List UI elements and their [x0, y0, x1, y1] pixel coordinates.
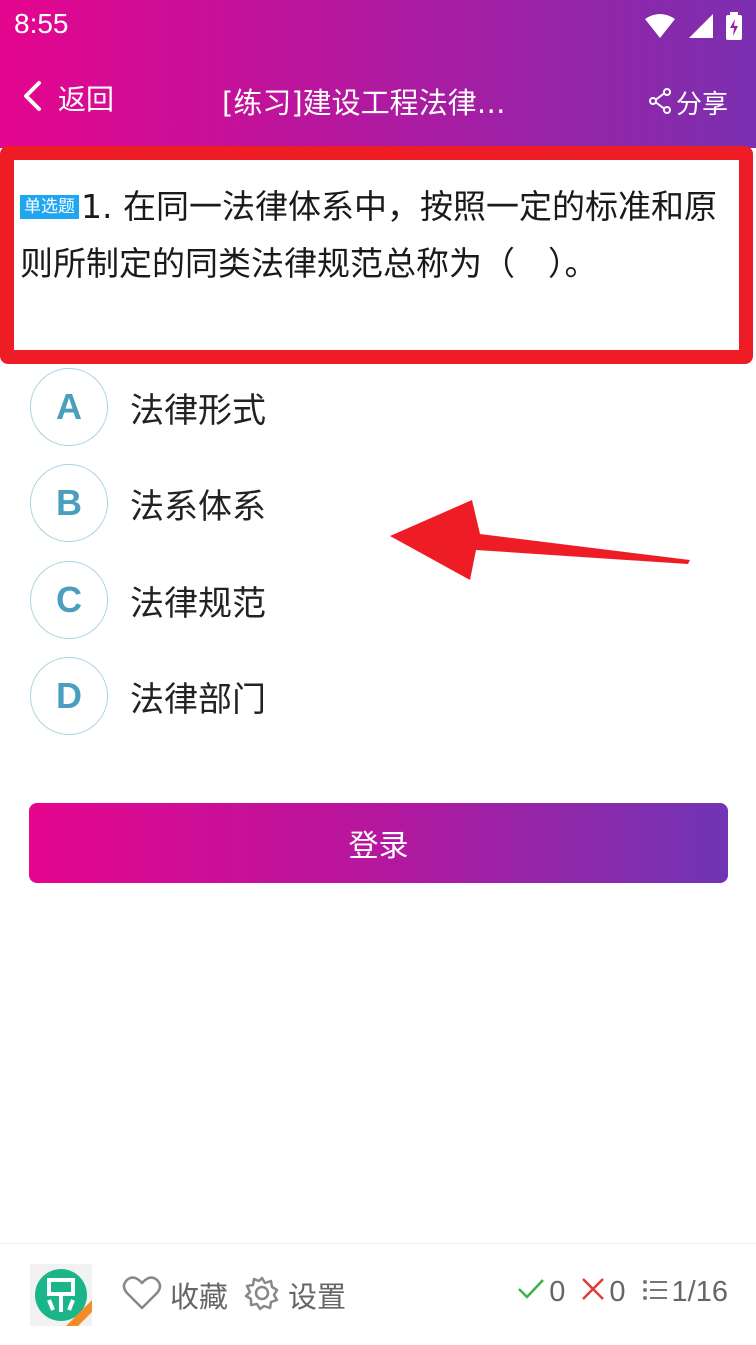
share-button[interactable]: 分享	[648, 84, 728, 121]
favorite-button[interactable]: 收藏	[122, 1274, 228, 1316]
settings-button[interactable]: 设置	[244, 1274, 346, 1316]
page-title: [练习]建设工程法律…	[222, 86, 506, 120]
option-letter-circle: D	[30, 657, 108, 735]
question-text-block: 单选题 1. 在同一法律体系中，按照一定的标准和原则所制定的同类法律规范总称为（ …	[20, 178, 746, 292]
heart-icon	[122, 1275, 162, 1315]
option-text: 法系体系	[130, 486, 266, 527]
wrong-count-value: 0	[609, 1276, 626, 1308]
share-label: 分享	[675, 90, 728, 120]
option-letter-circle: C	[30, 561, 108, 639]
gear-icon	[244, 1275, 280, 1315]
share-icon	[648, 87, 672, 118]
nav-bar: 返回 [练习]建设工程法律… 分享	[0, 60, 756, 140]
app-header: 8:55 返回 [练习]建设工程法律… 分享	[0, 0, 756, 148]
question-type-badge: 单选题	[20, 195, 79, 219]
option-b[interactable]: B 法系体系	[30, 463, 430, 543]
login-button[interactable]: 登录	[29, 803, 728, 883]
cell-signal-icon	[688, 13, 714, 43]
question-stem: 1. 在同一法律体系中，按照一定的标准和原则所制定的同类法律规范总称为（ ）。	[20, 187, 717, 283]
check-icon	[517, 1276, 545, 1309]
status-icons	[644, 12, 742, 44]
app-logo	[30, 1264, 92, 1326]
option-text: 法律部门	[130, 679, 266, 720]
chevron-left-icon	[22, 80, 42, 116]
option-c[interactable]: C 法律规范	[30, 560, 430, 640]
option-d[interactable]: D 法律部门	[30, 656, 430, 736]
wifi-icon	[644, 13, 676, 43]
back-label: 返回	[58, 83, 115, 116]
correct-count-value: 0	[549, 1276, 566, 1308]
bottom-bar: 收藏 设置 0 0 1/16	[0, 1243, 756, 1345]
progress-value: 1/16	[671, 1276, 728, 1308]
wrong-count: 0	[581, 1276, 626, 1309]
option-text: 法律形式	[130, 390, 266, 431]
back-button[interactable]: 返回	[22, 78, 114, 118]
settings-label: 设置	[288, 1280, 347, 1314]
question-highlight-box: 单选题 1. 在同一法律体系中，按照一定的标准和原则所制定的同类法律规范总称为（ …	[0, 146, 753, 364]
question-list-button[interactable]: 1/16	[642, 1276, 728, 1309]
option-text: 法律规范	[130, 583, 266, 624]
option-a[interactable]: A 法律形式	[30, 367, 430, 447]
cross-icon	[581, 1276, 605, 1309]
favorite-label: 收藏	[170, 1280, 229, 1314]
red-arrow-annotation	[388, 498, 698, 592]
option-letter-circle: B	[30, 464, 108, 542]
option-letter-circle: A	[30, 368, 108, 446]
list-icon	[642, 1276, 668, 1309]
answer-stats: 0 0 1/16	[517, 1276, 728, 1309]
correct-count: 0	[517, 1276, 565, 1309]
status-time: 8:55	[14, 8, 69, 39]
battery-charging-icon	[726, 12, 742, 44]
status-bar: 8:55	[0, 0, 756, 52]
